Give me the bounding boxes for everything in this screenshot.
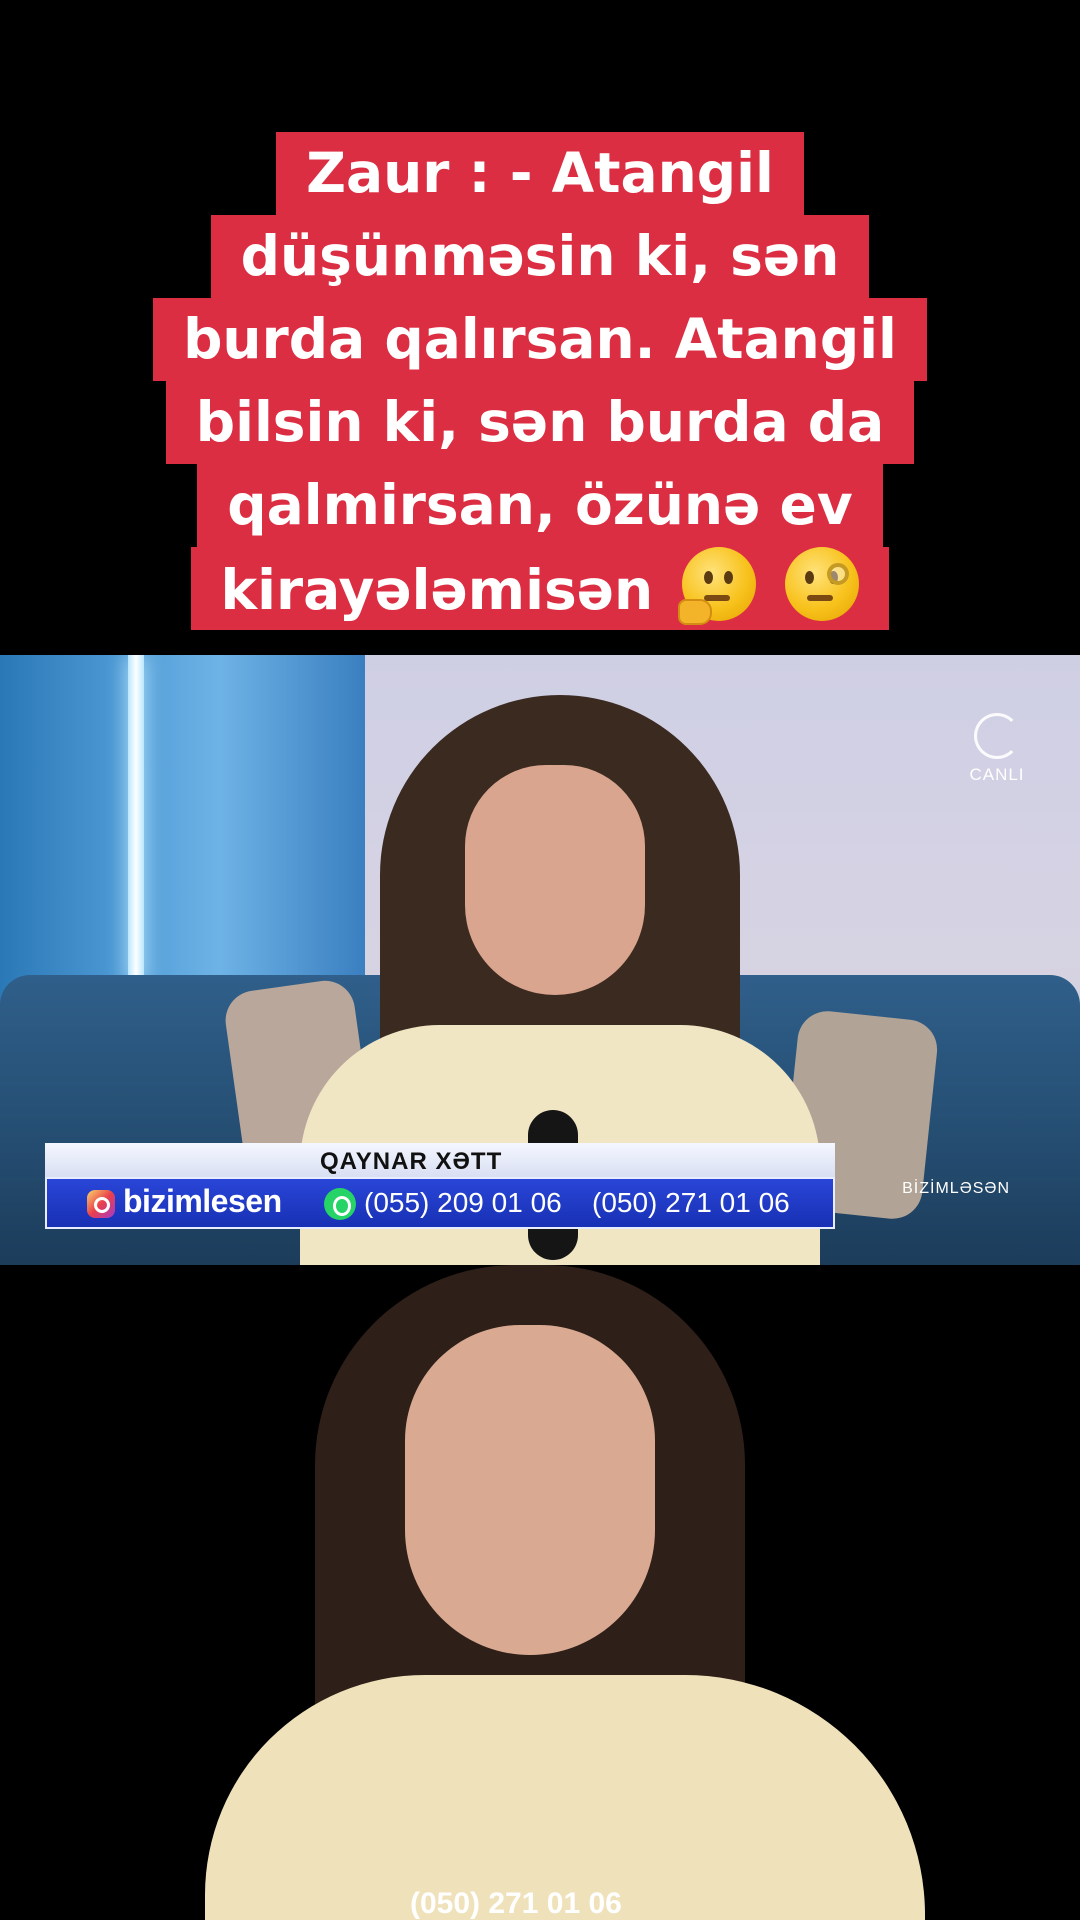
ticker-fragment: (050) 271 01 06	[410, 1887, 622, 1920]
video-frame-top: CANLI BİZİMLƏSƏN QAYNAR XƏTT bizimlesen …	[0, 655, 1080, 1265]
video-frame-closeup: (050) 271 01 06	[0, 1265, 1080, 1920]
studio-light	[128, 655, 144, 985]
hotline-title: QAYNAR XƏTT	[320, 1148, 503, 1175]
instagram-handle: bizimlesen	[123, 1183, 282, 1219]
channel-logo-icon	[974, 713, 1020, 759]
live-label: CANLI	[969, 765, 1025, 784]
lower-third-title-bar: QAYNAR XƏTT	[45, 1143, 835, 1179]
phone-number-1: (055) 209 01 06	[364, 1187, 562, 1218]
caption-line-6: kirayələmisən	[220, 558, 654, 622]
caption-box: Zaur : - Atangil düşünməsin ki, sən burd…	[0, 132, 1080, 630]
lower-third-banner: QAYNAR XƏTT bizimlesen (055) 209 01 06 (…	[45, 1143, 835, 1233]
caption-line-4: bilsin ki, sən burda da	[165, 381, 915, 464]
caption-line-6-row: kirayələmisən	[190, 547, 890, 630]
phone-number-2: (050) 271 01 06	[592, 1187, 790, 1218]
caption-line-5: qalmirsan, özünə ev	[197, 464, 883, 547]
instagram-icon	[87, 1190, 115, 1218]
caption-line-3: burda qalırsan. Atangil	[153, 298, 927, 381]
caption-line-1: Zaur : - Atangil	[276, 132, 804, 215]
channel-logo: CANLI	[962, 713, 1032, 785]
caption-line-2: düşünməsin ki, sən	[210, 215, 870, 298]
face-with-monocle-icon	[785, 547, 860, 621]
show-brand-label: BİZİMLƏSƏN	[902, 1180, 1010, 1197]
whatsapp-icon	[324, 1188, 356, 1220]
guest-closeup	[205, 1265, 925, 1920]
lower-third-contact-bar: bizimlesen (055) 209 01 06 (050) 271 01 …	[45, 1177, 835, 1229]
thinking-face-icon	[678, 547, 757, 625]
